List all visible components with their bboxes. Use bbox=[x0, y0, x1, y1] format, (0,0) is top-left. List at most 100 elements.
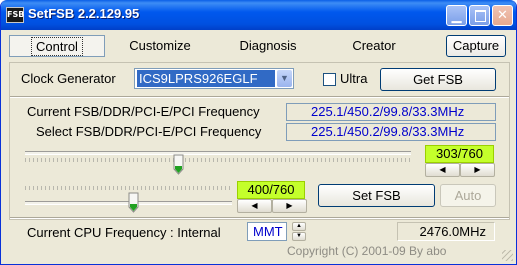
capture-button[interactable]: Capture bbox=[446, 35, 506, 57]
slider-tick bbox=[25, 158, 26, 162]
slider-tick bbox=[245, 158, 246, 162]
slider-tick bbox=[201, 158, 202, 162]
slider-tick bbox=[133, 186, 134, 190]
slider-tick bbox=[41, 158, 42, 162]
tab-customize[interactable]: Customize bbox=[115, 35, 205, 57]
arrow-right-icon[interactable]: ▶ bbox=[272, 199, 307, 213]
slider-tick bbox=[161, 186, 162, 190]
slider-tick bbox=[241, 158, 242, 162]
pll-slider-thumb[interactable] bbox=[128, 192, 139, 213]
slider-tick bbox=[309, 158, 310, 162]
slider-tick bbox=[129, 158, 130, 162]
slider-tick bbox=[301, 158, 302, 162]
slider-tick bbox=[49, 186, 50, 190]
slider-tick bbox=[261, 158, 262, 162]
clock-generator-label: Clock Generator bbox=[21, 71, 116, 86]
slider-tick bbox=[101, 158, 102, 162]
arrow-left-icon[interactable]: ◀ bbox=[425, 163, 460, 177]
slider-tick bbox=[377, 158, 378, 162]
ultra-label: Ultra bbox=[340, 71, 368, 86]
slider-tick bbox=[197, 158, 198, 162]
slider-tick bbox=[393, 158, 394, 162]
minimize-button[interactable]: ▁ bbox=[446, 5, 467, 26]
cpu-mode-spinner: ▲ ▼ bbox=[292, 222, 306, 241]
slider-tick bbox=[29, 186, 30, 190]
clock-generator-value: ICS9LPRS926EGLF bbox=[137, 70, 275, 87]
ultra-checkbox[interactable] bbox=[323, 73, 336, 86]
slider-tick bbox=[157, 186, 158, 190]
tab-diagnosis[interactable]: Diagnosis bbox=[223, 35, 313, 57]
slider-tick bbox=[73, 158, 74, 162]
slider-tick bbox=[197, 186, 198, 190]
slider-tick bbox=[57, 158, 58, 162]
slider-tick bbox=[45, 158, 46, 162]
arrow-left-icon[interactable]: ◀ bbox=[237, 199, 272, 213]
auto-button: Auto bbox=[440, 184, 496, 207]
slider-tick bbox=[209, 158, 210, 162]
slider-tick bbox=[173, 186, 174, 190]
slider-tick bbox=[73, 186, 74, 190]
chevron-down-icon[interactable]: ▼ bbox=[277, 70, 292, 87]
set-fsb-button[interactable]: Set FSB bbox=[318, 184, 435, 207]
tab-control[interactable]: Control bbox=[9, 35, 105, 57]
current-frequency-value: 225.1/450.2/99.8/33.3MHz bbox=[286, 103, 496, 121]
arrow-down-icon[interactable]: ▼ bbox=[292, 232, 306, 241]
slider-tick bbox=[101, 186, 102, 190]
slider-tick bbox=[193, 186, 194, 190]
slider-tick bbox=[145, 186, 146, 190]
maximize-button[interactable] bbox=[469, 5, 490, 26]
fsb-slider-thumb[interactable] bbox=[173, 154, 184, 175]
close-button[interactable]: ✕ bbox=[492, 5, 513, 26]
slider-tick bbox=[353, 158, 354, 162]
arrow-right-icon[interactable]: ▶ bbox=[460, 163, 495, 177]
slider-tick bbox=[337, 158, 338, 162]
slider-tick bbox=[161, 158, 162, 162]
slider-tick bbox=[221, 158, 222, 162]
slider-tick bbox=[117, 186, 118, 190]
tab-creator[interactable]: Creator bbox=[331, 35, 417, 57]
slider-tick bbox=[229, 158, 230, 162]
slider-tick bbox=[81, 158, 82, 162]
slider-tick bbox=[89, 186, 90, 190]
clock-generator-select[interactable]: ICS9LPRS926EGLF ▼ bbox=[134, 68, 294, 89]
slider-tick bbox=[141, 186, 142, 190]
slider-tick bbox=[113, 186, 114, 190]
slider-tick bbox=[361, 158, 362, 162]
slider-tick bbox=[69, 158, 70, 162]
arrow-up-icon[interactable]: ▲ bbox=[292, 222, 306, 231]
slider-tick bbox=[217, 186, 218, 190]
select-frequency-value: 225.1/450.2/99.8/33.3MHz bbox=[286, 123, 496, 141]
slider-tick bbox=[125, 158, 126, 162]
title-bar[interactable]: FSB SetFSB 2.2.129.95 ▁ ✕ bbox=[1, 0, 516, 30]
slider-tick bbox=[81, 186, 82, 190]
slider-tick bbox=[109, 158, 110, 162]
slider-tick bbox=[249, 158, 250, 162]
slider-tick bbox=[105, 158, 106, 162]
slider-tick bbox=[121, 158, 122, 162]
slider-tick bbox=[293, 158, 294, 162]
slider-tick bbox=[141, 158, 142, 162]
slider-tick bbox=[133, 158, 134, 162]
maximize-icon bbox=[475, 10, 486, 22]
slider-tick bbox=[349, 158, 350, 162]
slider-tick bbox=[129, 186, 130, 190]
slider-tick bbox=[137, 158, 138, 162]
slider-tick bbox=[217, 158, 218, 162]
slider-tick bbox=[313, 158, 314, 162]
slider-tick bbox=[345, 158, 346, 162]
fsb-slider-track[interactable] bbox=[25, 151, 411, 155]
slider-tick bbox=[365, 158, 366, 162]
slider-tick bbox=[213, 186, 214, 190]
slider-tick bbox=[201, 186, 202, 190]
slider-tick bbox=[289, 158, 290, 162]
slider-tick bbox=[269, 158, 270, 162]
slider-tick bbox=[53, 158, 54, 162]
slider-tick bbox=[205, 158, 206, 162]
slider-tick bbox=[209, 186, 210, 190]
slider-tick bbox=[105, 186, 106, 190]
cpu-mode-field[interactable]: MMT bbox=[247, 222, 287, 241]
get-fsb-button[interactable]: Get FSB bbox=[380, 68, 496, 91]
slider-tick bbox=[25, 186, 26, 190]
resize-grip[interactable] bbox=[502, 250, 513, 261]
slider-tick bbox=[225, 158, 226, 162]
